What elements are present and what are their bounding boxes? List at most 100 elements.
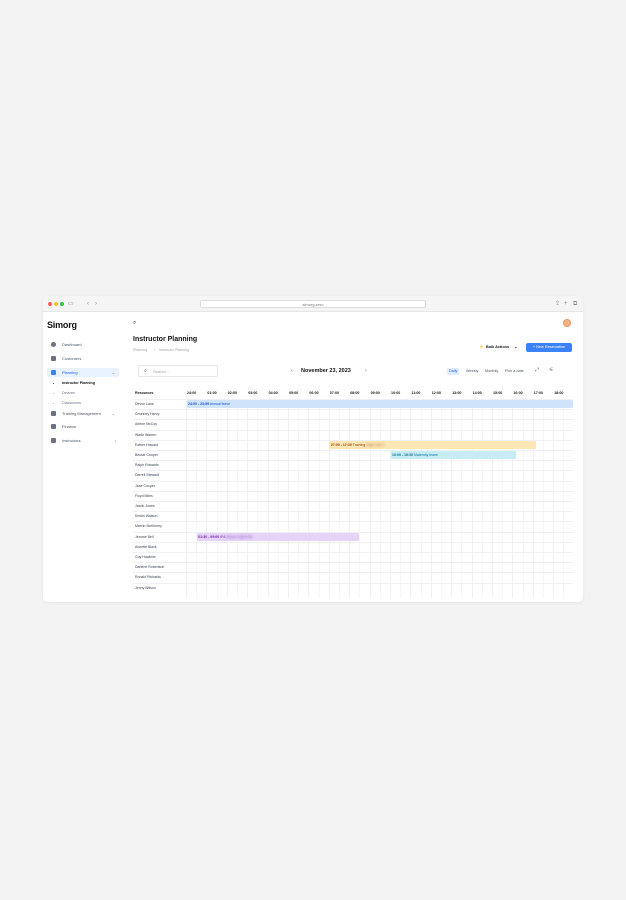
new-reservation-label: New Reservation (536, 345, 566, 349)
sidebar-item-training-management[interactable]: Training Management ⌄ (47, 409, 119, 418)
close-window-button[interactable] (48, 302, 52, 306)
hour-label: 15:00 (493, 391, 503, 395)
bulk-actions-label: Bulk Actions (486, 345, 510, 349)
chevron-down-icon: ⌄ (514, 345, 518, 349)
resource-name: Ralph Edwards (135, 463, 159, 468)
sidebar-item-label: Instructors (62, 438, 81, 443)
reservation-event[interactable]: 10:00 - 16:30 Maternity leave (390, 451, 516, 460)
breadcrumb-current: Instructor Planning (159, 348, 189, 352)
sidebar-item-dashboard[interactable]: Dashboard (47, 340, 119, 349)
instructor-icon (51, 438, 56, 443)
sidebar-sub-classrooms[interactable]: Classrooms (51, 400, 111, 406)
training-icon (51, 411, 56, 416)
breadcrumb-separator: › (154, 348, 156, 352)
event-title: Maternity leave (413, 453, 438, 458)
tab-pick-date[interactable]: Pick a date (503, 368, 526, 375)
next-day-icon[interactable]: › (365, 366, 367, 376)
plus-icon: + (532, 345, 536, 349)
prev-day-icon[interactable]: ‹ (291, 366, 293, 376)
grid-row-line (133, 490, 573, 492)
reservation-event[interactable]: 24:00 - 23:59 Annual leave (186, 400, 573, 409)
resource-name: Annette Black (135, 544, 157, 549)
hour-label: 08:00 (350, 391, 360, 395)
bullet-icon (53, 382, 55, 384)
share-icon[interactable]: ⇪ (555, 300, 560, 308)
event-title: Training (351, 442, 366, 447)
search-placeholder: Search... (153, 369, 170, 374)
sidebar-item-planning[interactable]: Planning ⌄ (47, 368, 119, 377)
hour-label: 09:00 (370, 391, 380, 395)
hour-label: 05:00 (289, 391, 299, 395)
search-icon[interactable]: ⌕ (133, 320, 136, 327)
maximize-window-button[interactable] (60, 302, 64, 306)
hour-label: 03:00 (248, 391, 258, 395)
bullet-icon (53, 392, 55, 394)
hour-label: 04:00 (268, 391, 278, 395)
expand-icon[interactable]: ⤢ (535, 367, 539, 373)
sidebar-toggle-icon[interactable]: ▭ (68, 300, 74, 308)
resource-name: Darlene Robertson (135, 565, 165, 570)
avatar[interactable] (563, 319, 571, 327)
calendar-icon (51, 370, 56, 375)
resource-name: Bessie Cooper (135, 453, 158, 457)
address-bar[interactable]: simorg.zero (200, 300, 426, 308)
resource-name: Courtney Henry (135, 412, 160, 417)
resource-name: Guy Hawkins (135, 555, 156, 559)
bulk-actions-button[interactable]: ⚡ Bulk Actions ⌄ (477, 343, 521, 352)
chevron-down-icon: ⌄ (111, 411, 115, 416)
event-time: 07:00 - 17:30 (330, 442, 352, 447)
tabs-overview-icon[interactable]: ⧉ (573, 300, 577, 308)
hour-label: 01:00 (207, 391, 217, 395)
tab-monthly[interactable]: Monthly (483, 368, 500, 375)
sidebar-item-label: Finance (62, 424, 77, 429)
grid-row-line (133, 552, 573, 553)
resource-name: Ronald Richards (135, 575, 161, 580)
sidebar-item-label: Training Management (62, 411, 101, 416)
reservation-event[interactable]: 07:00 - 17:30 Training Flight Sim 3 (329, 440, 537, 449)
back-icon[interactable]: ‹ (87, 300, 89, 308)
bolt-icon: ⚡ (479, 345, 484, 349)
new-reservation-button[interactable]: + New Reservation (526, 343, 572, 352)
sidebar-item-finance[interactable]: Finance (47, 422, 119, 431)
hour-label: 17:00 (533, 391, 543, 395)
chevron-down-icon: ⌄ (111, 370, 115, 375)
finance-icon (51, 424, 56, 429)
event-time: 10:00 - 16:30 (392, 453, 414, 458)
hour-label: 02:00 (227, 391, 237, 395)
sidebar-sub-instructor-planning[interactable]: Instructor Planning (51, 380, 111, 386)
hour-label: 07:00 (329, 391, 339, 395)
filter-icon[interactable]: ⚟ (549, 367, 553, 373)
sidebar-item-label: Planning (62, 370, 78, 375)
hour-label: 18:00 (554, 391, 564, 395)
hour-label: 06:00 (309, 391, 319, 395)
sidebar: Simorg Dashboard Customers Planning ⌄ In… (43, 312, 123, 602)
hour-label: 14:00 (472, 391, 482, 395)
grid-row-line (133, 521, 573, 523)
sidebar-sub-devices[interactable]: Devices (51, 390, 111, 396)
tab-daily[interactable]: Daily (447, 368, 460, 375)
resource-name: Jane Cooper (135, 483, 156, 488)
tab-weekly[interactable]: Weekly (464, 368, 480, 375)
sidebar-item-customers[interactable]: Customers (47, 354, 119, 363)
current-date: November 23, 2023 (301, 368, 351, 374)
sidebar-item-instructors[interactable]: Instructors › (47, 436, 119, 445)
search-icon: ⌕ (144, 368, 147, 374)
event-time: 24:00 - 23:59 (188, 402, 210, 407)
minimize-window-button[interactable] (54, 302, 58, 306)
breadcrumb-planning[interactable]: Planning (133, 348, 147, 352)
grid-row-line (133, 501, 573, 502)
hour-label: 10:00 (391, 391, 401, 395)
grid-row-line (133, 511, 573, 513)
browser-chrome: ▭ ‹ › simorg.zero ⇪ + ⧉ (43, 296, 583, 312)
resources-header: Resources (135, 391, 154, 395)
resource-name: Arlene McCoy (135, 422, 157, 427)
bullet-icon (53, 402, 55, 404)
new-tab-icon[interactable]: + (564, 300, 568, 308)
reservation-event[interactable]: 01:30 - 09:00 IFA Nikola Flight Sim (196, 532, 359, 541)
search-input[interactable]: ⌕ Search... (138, 365, 218, 377)
event-detail: Flight Sim 3 (365, 442, 385, 447)
forward-icon[interactable]: › (95, 300, 97, 308)
grid-row-line (133, 470, 573, 472)
hour-label: 11:00 (411, 391, 421, 395)
event-time: 01:30 - 09:00 (198, 534, 220, 539)
